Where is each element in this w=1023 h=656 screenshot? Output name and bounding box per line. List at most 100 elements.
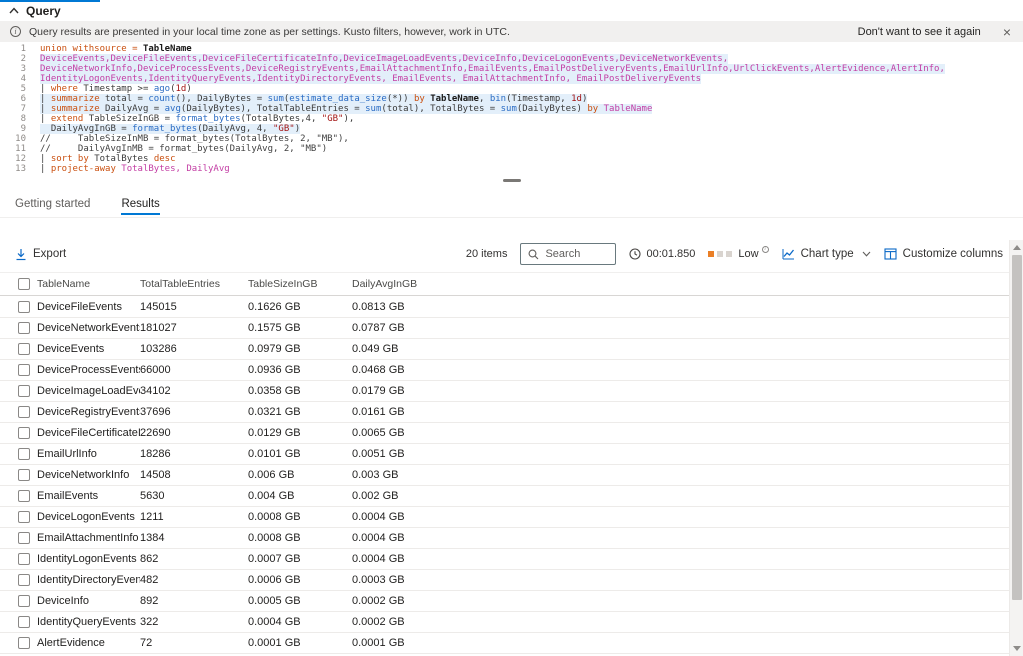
row-checkbox[interactable] (18, 448, 30, 460)
code-line[interactable]: 10// TableSizeInMB = format_bytes(TotalB… (0, 134, 1023, 144)
scroll-up-icon[interactable] (1013, 245, 1021, 250)
code-line[interactable]: 7| summarize DailyAvg = avg(DailyBytes),… (0, 104, 1023, 114)
row-checkbox[interactable] (18, 406, 30, 418)
column-header-dailyavgingb[interactable]: DailyAvgInGB (352, 278, 1009, 290)
row-checkbox[interactable] (18, 385, 30, 397)
code-line[interactable]: 8| extend TableSizeInGB = format_bytes(T… (0, 114, 1023, 124)
search-icon (528, 249, 539, 260)
clock-icon (629, 248, 641, 260)
table-cell: 181027 (140, 322, 248, 334)
row-checkbox[interactable] (18, 490, 30, 502)
table-row[interactable]: EmailAttachmentInfo13840.0008 GB0.0004 G… (0, 528, 1009, 549)
banner-dismiss-link[interactable]: Don't want to see it again (858, 26, 981, 38)
line-number: 6 (0, 94, 40, 104)
column-header-tablesizeingb[interactable]: TableSizeInGB (248, 278, 352, 290)
table-row[interactable]: DeviceProcessEvents660000.0936 GB0.0468 … (0, 360, 1009, 381)
query-code-editor[interactable]: 1union withsource = TableName2DeviceEven… (0, 44, 1023, 174)
code-line[interactable]: 6| summarize total = count(), DailyBytes… (0, 94, 1023, 104)
code-line[interactable]: 3DeviceNetworkInfo,DeviceProcessEvents,D… (0, 64, 1023, 74)
export-label: Export (33, 248, 66, 260)
table-row[interactable]: DeviceFileEvents1450150.1626 GB0.0813 GB (0, 297, 1009, 318)
row-checkbox[interactable] (18, 637, 30, 649)
table-cell: 14508 (140, 469, 248, 481)
tab-results[interactable]: Results (121, 191, 159, 217)
table-cell: 18286 (140, 448, 248, 460)
table-row[interactable]: AlertEvidence720.0001 GB0.0001 GB (0, 633, 1009, 654)
code-text: | project-away TotalBytes, DailyAvg (40, 164, 230, 174)
scroll-down-icon[interactable] (1013, 646, 1021, 651)
line-number: 5 (0, 84, 40, 94)
search-input[interactable] (545, 248, 605, 260)
table-cell: DeviceImageLoadEvents (37, 385, 140, 397)
line-number: 12 (0, 154, 40, 164)
table-row[interactable]: DeviceNetworkInfo145080.006 GB0.003 GB (0, 465, 1009, 486)
row-checkbox[interactable] (18, 364, 30, 376)
chart-type-button[interactable]: Chart type (782, 248, 871, 260)
scrollbar-thumb[interactable] (1012, 255, 1022, 600)
customize-columns-button[interactable]: Customize columns (884, 248, 1003, 260)
code-line[interactable]: 11// DailyAvgInMB = format_bytes(DailyAv… (0, 144, 1023, 154)
results-tab-strip: Getting started Results (0, 191, 1023, 218)
row-checkbox[interactable] (18, 616, 30, 628)
table-row[interactable]: DeviceRegistryEvents376960.0321 GB0.0161… (0, 402, 1009, 423)
query-section-header[interactable]: Query (9, 4, 61, 18)
table-cell: 37696 (140, 406, 248, 418)
table-row[interactable]: DeviceNetworkEvents1810270.1575 GB0.0787… (0, 318, 1009, 339)
row-checkbox[interactable] (18, 553, 30, 565)
code-line[interactable]: 4IdentityLogonEvents,IdentityQueryEvents… (0, 74, 1023, 84)
tab-getting-started[interactable]: Getting started (15, 191, 90, 217)
table-cell: DeviceInfo (37, 595, 140, 607)
table-cell: 0.0007 GB (248, 553, 352, 565)
row-checkbox[interactable] (18, 511, 30, 523)
table-cell: EmailAttachmentInfo (37, 532, 140, 544)
column-header-tablename[interactable]: TableName (37, 278, 140, 290)
table-row[interactable]: DeviceEvents1032860.0979 GB0.049 GB (0, 339, 1009, 360)
table-row[interactable]: IdentityQueryEvents3220.0004 GB0.0002 GB (0, 612, 1009, 633)
row-checkbox[interactable] (18, 469, 30, 481)
row-checkbox[interactable] (18, 427, 30, 439)
table-cell: DeviceFileEvents (37, 301, 140, 313)
table-cell: 0.0001 GB (352, 637, 1009, 649)
row-checkbox[interactable] (18, 532, 30, 544)
code-text: union withsource = TableName (40, 44, 192, 54)
code-line[interactable]: 13| project-away TotalBytes, DailyAvg (0, 164, 1023, 174)
table-cell: 0.0008 GB (248, 532, 352, 544)
table-row[interactable]: DeviceImageLoadEvents341020.0358 GB0.017… (0, 381, 1009, 402)
row-checkbox[interactable] (18, 322, 30, 334)
search-box[interactable] (520, 243, 616, 265)
table-row[interactable]: IdentityLogonEvents8620.0007 GB0.0004 GB (0, 549, 1009, 570)
chevron-up-icon (9, 6, 19, 16)
table-body: DeviceFileEvents1450150.1626 GB0.0813 GB… (0, 297, 1009, 656)
row-checkbox[interactable] (18, 574, 30, 586)
table-cell: 0.006 GB (248, 469, 352, 481)
row-checkbox[interactable] (18, 301, 30, 313)
code-line[interactable]: 2DeviceEvents,DeviceFileEvents,DeviceFil… (0, 54, 1023, 64)
usage-info-icon[interactable]: i (762, 246, 769, 253)
table-row[interactable]: EmailEvents56300.004 GB0.002 GB (0, 486, 1009, 507)
table-cell: 103286 (140, 343, 248, 355)
table-cell: IdentityQueryEvents (37, 616, 140, 628)
table-cell: DeviceEvents (37, 343, 140, 355)
vertical-scrollbar[interactable] (1009, 240, 1023, 656)
select-all-checkbox[interactable] (18, 278, 30, 290)
code-line[interactable]: 1union withsource = TableName (0, 44, 1023, 54)
banner-text: Query results are presented in your loca… (29, 26, 858, 38)
usage-label: Low (738, 248, 758, 260)
table-row[interactable]: DeviceLogonEvents12110.0008 GB0.0004 GB (0, 507, 1009, 528)
table-row[interactable]: DeviceFileCertificateInfo226900.0129 GB0… (0, 423, 1009, 444)
row-checkbox[interactable] (18, 343, 30, 355)
export-button[interactable]: Export (15, 248, 66, 261)
splitter-handle[interactable] (503, 179, 521, 182)
code-line[interactable]: 12| sort by TotalBytes desc (0, 154, 1023, 164)
banner-close-icon[interactable]: × (1003, 25, 1011, 39)
code-line[interactable]: 9 DailyAvgInGB = format_bytes(DailyAvg, … (0, 124, 1023, 134)
table-cell: 0.0006 GB (248, 574, 352, 586)
table-row[interactable]: DeviceInfo8920.0005 GB0.0002 GB (0, 591, 1009, 612)
code-line[interactable]: 5| where Timestamp >= ago(1d) (0, 84, 1023, 94)
table-cell: 34102 (140, 385, 248, 397)
table-row[interactable]: IdentityDirectoryEvents4820.0006 GB0.000… (0, 570, 1009, 591)
table-row[interactable]: EmailUrlInfo182860.0101 GB0.0051 GB (0, 444, 1009, 465)
column-header-totaltableentries[interactable]: TotalTableEntries (140, 278, 248, 290)
row-checkbox[interactable] (18, 595, 30, 607)
code-text: | summarize DailyAvg = avg(DailyBytes), … (40, 104, 652, 114)
